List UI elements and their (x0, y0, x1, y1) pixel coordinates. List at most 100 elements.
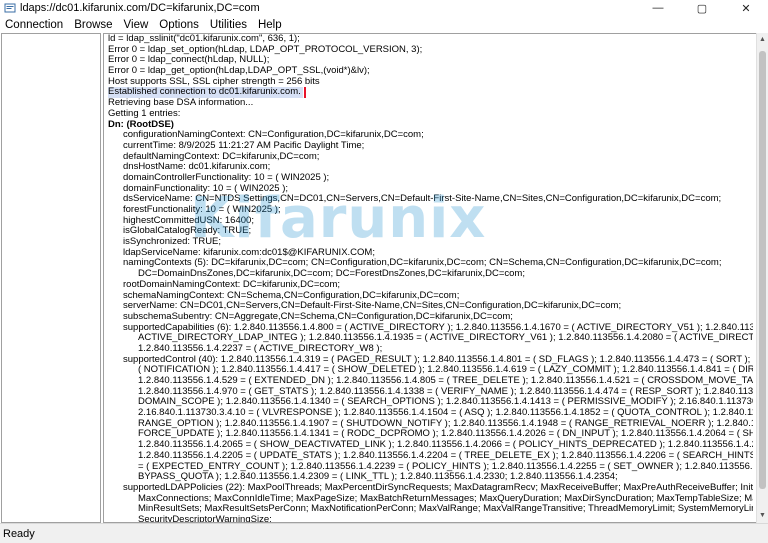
output-line-text: rootDomainNamingContext: DC=kifarunix,DC… (123, 279, 340, 290)
output-line: FORCE_UPDATE ); 1.2.840.113556.1.4.1341 … (108, 429, 753, 440)
menu-help[interactable]: Help (253, 19, 287, 31)
output-line: highestCommittedUSN: 16400; (108, 216, 753, 227)
output-line: MaxConnections; MaxConnIdleTime; MaxPage… (108, 494, 753, 505)
output-line: = ( EXPECTED_ENTRY_COUNT ); 1.2.840.1135… (108, 462, 753, 473)
output-line: ldapServiceName: kifarunix.com:dc01$@KIF… (108, 248, 753, 259)
output-line-text: DC=DomainDnsZones,DC=kifarunix,DC=com; D… (138, 269, 525, 280)
output-line: dnsHostName: dc01.kifarunix.com; (108, 162, 753, 173)
output-line: MinResultSets; MaxResultSetsPerConn; Max… (108, 504, 753, 515)
vertical-scrollbar[interactable]: ▲ ▼ (756, 33, 768, 523)
output-line: domainControllerFunctionality: 10 = ( WI… (108, 173, 753, 184)
output-line-text: 1.2.840.113556.1.4.2205 = ( UPDATE_STATS… (138, 450, 753, 461)
output-line-text: dsServiceName: CN=NTDS Settings,CN=DC01,… (123, 194, 722, 205)
output-line-text: RANGE_OPTION ); 1.2.840.113556.1.4.1907 … (138, 418, 753, 429)
output-line: serverName: CN=DC01,CN=Servers,CN=Defaul… (108, 301, 753, 312)
output-line-text: Established connection to dc01.kifarunix… (108, 87, 306, 99)
title-bar: ldaps://dc01.kifarunix.com/DC=kifarunix,… (0, 0, 768, 16)
output-line: namingContexts (5): DC=kifarunix,DC=com;… (108, 258, 753, 269)
menu-view[interactable]: View (119, 19, 154, 31)
output-line: rootDomainNamingContext: DC=kifarunix,DC… (108, 280, 753, 291)
output-line: forestFunctionality: 10 = ( WIN2025 ); (108, 205, 753, 216)
output-line-text: namingContexts (5): DC=kifarunix,DC=com;… (123, 258, 722, 269)
output-line: DOMAIN_SCOPE ); 1.2.840.113556.1.4.1340 … (108, 397, 753, 408)
output-line: isSynchronized: TRUE; (108, 237, 753, 248)
scroll-down-icon[interactable]: ▼ (757, 509, 768, 523)
output-line-text: 1.2.840.113556.1.4.529 = ( EXTENDED_DN )… (138, 376, 753, 386)
output-line-text: Retrieving base DSA information... (108, 98, 254, 109)
output-line-text: defaultNamingContext: DC=kifarunix,DC=co… (123, 151, 320, 162)
output-line-text: configurationNamingContext: CN=Configura… (123, 130, 424, 141)
output-line: schemaNamingContext: CN=Schema,CN=Config… (108, 291, 753, 302)
output-line: 1.2.840.113556.1.4.970 = ( GET_STATS ); … (108, 387, 753, 398)
output-line: dsServiceName: CN=NTDS Settings,CN=DC01,… (108, 194, 753, 205)
minimize-button[interactable]: — (636, 0, 680, 16)
tree-pane[interactable] (1, 33, 101, 523)
output-line-text: 1.2.840.113556.1.4.2237 = ( ACTIVE_DIREC… (138, 343, 383, 354)
output-line: Host supports SSL, SSL cipher strength =… (108, 77, 753, 88)
status-text: Ready (3, 527, 35, 540)
output-line-text: Error 0 = ldap_get_option(hLdap,LDAP_OPT… (108, 66, 370, 77)
output-line: supportedControl (40): 1.2.840.113556.1.… (108, 355, 753, 366)
output-line: Dn: (RootDSE) (108, 120, 753, 131)
output-line-text: BYPASS_QUOTA ); 1.2.840.113556.1.4.2309 … (138, 472, 618, 483)
output-line-text: forestFunctionality: 10 = ( WIN2025 ); (123, 205, 281, 215)
output-line-text: 2.16.840.1.113730.3.4.10 = ( VLVRESPONSE… (138, 408, 753, 419)
ldp-app-icon (4, 3, 16, 13)
output-line-text: currentTime: 8/9/2025 11:21:27 AM Pacifi… (123, 140, 365, 151)
output-line: DC=DomainDnsZones,DC=kifarunix,DC=com; D… (108, 269, 753, 280)
output-line: defaultNamingContext: DC=kifarunix,DC=co… (108, 152, 753, 163)
output-line-text: ACTIVE_DIRECTORY_LDAP_INTEG ); 1.2.840.1… (138, 333, 753, 344)
output-line: currentTime: 8/9/2025 11:21:27 AM Pacifi… (108, 141, 753, 152)
output-line-text: domainControllerFunctionality: 10 = ( WI… (123, 172, 330, 183)
output-line-text: dnsHostName: dc01.kifarunix.com; (123, 162, 271, 173)
output-line: subschemaSubentry: CN=Aggregate,CN=Schem… (108, 312, 753, 323)
output-line-text: = ( EXPECTED_ENTRY_COUNT ); 1.2.840.1135… (138, 461, 753, 472)
output-line: 2.16.840.1.113730.3.4.10 = ( VLVRESPONSE… (108, 408, 753, 419)
output-line: Error 0 = ldap_connect(hLdap, NULL); (108, 55, 753, 66)
connection-status-line: Established connection to dc01.kifarunix… (108, 87, 753, 99)
output-line: supportedLDAPPolicies (22): MaxPoolThrea… (108, 483, 753, 494)
output-line: Error 0 = ldap_set_option(hLdap, LDAP_OP… (108, 45, 753, 56)
output-lines: ld = ldap_sslinit("dc01.kifarunix.com", … (108, 34, 753, 523)
output-line: Error 0 = ldap_get_option(hLdap,LDAP_OPT… (108, 66, 753, 77)
menu-browse[interactable]: Browse (69, 19, 117, 31)
output-line-text: isGlobalCatalogReady: TRUE; (123, 226, 252, 237)
output-line: ( NOTIFICATION ); 1.2.840.113556.1.4.417… (108, 365, 753, 376)
output-line-text: domainFunctionality: 10 = ( WIN2025 ); (123, 183, 289, 194)
window-title: ldaps://dc01.kifarunix.com/DC=kifarunix,… (20, 2, 260, 14)
output-line-text: highestCommittedUSN: 16400; (123, 215, 254, 226)
output-line-text: SecurityDescriptorWarningSize; (138, 514, 272, 523)
menu-options[interactable]: Options (154, 19, 204, 31)
scroll-up-icon[interactable]: ▲ (757, 33, 768, 47)
output-line-text: MinResultSets; MaxResultSetsPerConn; Max… (138, 504, 753, 515)
maximize-button[interactable]: ▢ (680, 0, 724, 16)
output-line: RANGE_OPTION ); 1.2.840.113556.1.4.1907 … (108, 419, 753, 430)
output-line-text: FORCE_UPDATE ); 1.2.840.113556.1.4.1341 … (138, 429, 753, 440)
output-line-text: DOMAIN_SCOPE ); 1.2.840.113556.1.4.1340 … (138, 397, 753, 408)
output-line-text: ld = ldap_sslinit("dc01.kifarunix.com", … (108, 34, 300, 44)
output-line: BYPASS_QUOTA ); 1.2.840.113556.1.4.2309 … (108, 472, 753, 483)
output-pane[interactable]: ld = ldap_sslinit("dc01.kifarunix.com", … (103, 33, 756, 523)
output-line-text: Error 0 = ldap_set_option(hLdap, LDAP_OP… (108, 44, 423, 55)
status-bar: Ready (0, 523, 768, 543)
output-line: Getting 1 entries: (108, 109, 753, 120)
output-line-text: Dn: (RootDSE) (108, 119, 174, 130)
menu-bar: Connection Browse View Options Utilities… (0, 16, 768, 34)
output-line: 1.2.840.113556.1.4.2237 = ( ACTIVE_DIREC… (108, 344, 753, 355)
output-line-text: MaxConnections; MaxConnIdleTime; MaxPage… (138, 493, 753, 504)
output-line-text: 1.2.840.113556.1.4.2065 = ( SHOW_DEACTIV… (138, 440, 753, 451)
output-line-text: serverName: CN=DC01,CN=Servers,CN=Defaul… (123, 301, 622, 312)
output-line-text: supportedCapabilities (6): 1.2.840.11355… (123, 322, 753, 333)
output-line-text: Error 0 = ldap_connect(hLdap, NULL); (108, 55, 270, 66)
output-line-text: supportedLDAPPolicies (22): MaxPoolThrea… (123, 482, 753, 493)
close-button[interactable]: ✕ (724, 0, 768, 16)
output-line: Retrieving base DSA information... (108, 98, 753, 109)
output-line: isGlobalCatalogReady: TRUE; (108, 226, 753, 237)
menu-utilities[interactable]: Utilities (205, 19, 252, 31)
output-line-text: 1.2.840.113556.1.4.970 = ( GET_STATS ); … (138, 386, 753, 397)
scroll-thumb[interactable] (759, 51, 766, 489)
output-line: 1.2.840.113556.1.4.2205 = ( UPDATE_STATS… (108, 451, 753, 462)
output-line-text: schemaNamingContext: CN=Schema,CN=Config… (123, 290, 460, 301)
output-line: SecurityDescriptorWarningSize; (108, 514, 753, 523)
menu-connection[interactable]: Connection (0, 19, 68, 31)
